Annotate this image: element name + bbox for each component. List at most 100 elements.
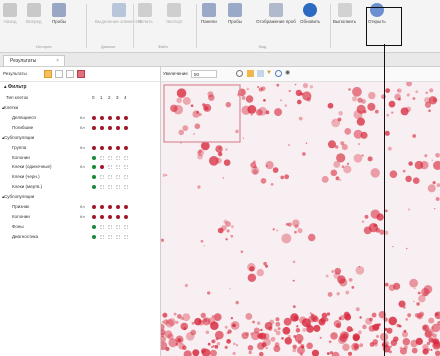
class-dot[interactable]	[92, 224, 96, 229]
class-cell-empty[interactable]	[108, 165, 112, 170]
class-dot[interactable]	[108, 214, 112, 219]
filter-row[interactable]: Клеки (одиночные) Кл	[0, 162, 160, 171]
class-dot[interactable]	[92, 175, 96, 180]
class-cell-empty[interactable]	[100, 224, 104, 229]
class-cell-empty[interactable]	[124, 165, 128, 170]
class-dot[interactable]	[92, 115, 96, 120]
class-dot[interactable]	[124, 214, 128, 219]
ribbon-button[interactable]: Назад	[3, 3, 17, 43]
scale-input[interactable]: 50	[191, 70, 217, 78]
ribbon-button[interactable]: Обновить	[300, 3, 320, 43]
class-cell-empty[interactable]	[116, 224, 120, 229]
class-dot[interactable]	[108, 145, 112, 150]
row-toggle-button[interactable]: Кл	[80, 212, 85, 221]
filter-row[interactable]: Погибшие Кл	[0, 123, 160, 132]
class-cell-empty[interactable]	[108, 155, 112, 160]
ribbon-button[interactable]: Вперед	[26, 3, 41, 43]
class-dot[interactable]	[124, 205, 128, 209]
class-dot[interactable]	[92, 234, 96, 239]
class-cell-empty[interactable]	[116, 234, 120, 239]
class-dot[interactable]	[124, 145, 128, 150]
filter-row[interactable]: Клеки (черн.)	[0, 172, 160, 181]
class-dot[interactable]	[92, 165, 96, 170]
class-cell-empty[interactable]	[124, 175, 128, 180]
class-cell-empty[interactable]	[108, 224, 112, 229]
filter-row[interactable]: Группа Кл	[0, 143, 160, 152]
class-dot[interactable]	[108, 115, 112, 120]
row-toggle-button[interactable]: Кл	[80, 162, 85, 171]
class-cell-empty[interactable]	[100, 175, 104, 180]
ribbon-button[interactable]: Выделение элементов	[95, 3, 142, 43]
filter-row[interactable]: Клеки (мертв.)	[0, 182, 160, 191]
class-dot[interactable]	[100, 115, 104, 120]
class-cell-empty[interactable]	[124, 185, 128, 190]
image-viewer[interactable]	[161, 82, 440, 356]
row-toggle-button[interactable]: Кл	[80, 113, 85, 122]
select-icon[interactable]	[247, 70, 254, 77]
class-dot[interactable]	[100, 165, 104, 170]
zoom-icon[interactable]	[236, 70, 243, 77]
row-toggle-button[interactable]: Кл	[80, 123, 85, 132]
class-dot[interactable]	[92, 214, 96, 219]
row-toggle-button[interactable]: Кл	[80, 202, 85, 211]
class-cell-empty[interactable]	[124, 155, 128, 160]
filter-row[interactable]: Колонии Кл	[0, 212, 160, 221]
view-menu-icon[interactable]: ◉	[285, 70, 292, 77]
class-dot[interactable]	[108, 205, 112, 209]
ribbon-button[interactable]: Экспорт	[166, 3, 183, 43]
tab-results[interactable]: Результаты ×	[3, 55, 65, 66]
class-dot[interactable]	[116, 115, 120, 120]
class-cell-empty[interactable]	[100, 234, 104, 239]
filter-row[interactable]: Делящиеся Кл	[0, 113, 160, 122]
class-cell-empty[interactable]	[100, 155, 104, 160]
ribbon-button[interactable]: Пробы	[52, 3, 66, 43]
ribbon-button[interactable]: Печать	[138, 3, 153, 43]
class-dot[interactable]	[92, 145, 96, 150]
class-dot[interactable]	[116, 125, 120, 130]
ribbon-button[interactable]: Панели	[201, 3, 217, 43]
list-view-icon[interactable]	[55, 70, 63, 78]
class-dot[interactable]	[92, 155, 96, 160]
class-dot[interactable]	[116, 205, 120, 209]
class-cell-empty[interactable]	[108, 185, 112, 190]
class-cell-empty[interactable]	[116, 185, 120, 190]
class-dot[interactable]	[92, 185, 96, 190]
class-dot[interactable]	[100, 125, 104, 130]
filter-group-header[interactable]: ▴ Субпопуляции	[0, 133, 160, 142]
class-dot[interactable]	[92, 125, 96, 130]
color-filter-icon[interactable]	[77, 70, 85, 78]
filter-row[interactable]: Признак Кл	[0, 202, 160, 211]
class-dot[interactable]	[100, 145, 104, 150]
class-cell-empty[interactable]	[124, 224, 128, 229]
class-dot[interactable]	[116, 145, 120, 150]
class-cell-empty[interactable]	[116, 175, 120, 180]
class-cell-empty[interactable]	[100, 185, 104, 190]
settings-icon[interactable]	[275, 70, 282, 77]
ribbon-button[interactable]: Отображение проб	[256, 3, 296, 43]
class-dot[interactable]	[108, 125, 112, 130]
filter-row[interactable]: Диагностика	[0, 232, 160, 241]
class-cell-empty[interactable]	[116, 155, 120, 160]
class-dot[interactable]	[100, 205, 104, 209]
class-dot[interactable]	[124, 125, 128, 130]
row-toggle-button[interactable]: Кл	[80, 143, 85, 152]
class-cell-empty[interactable]	[108, 175, 112, 180]
class-dot[interactable]	[124, 115, 128, 120]
class-dot[interactable]	[92, 205, 96, 209]
class-dot[interactable]	[100, 214, 104, 219]
filter-row[interactable]: Фоны	[0, 222, 160, 231]
table-view-icon[interactable]	[66, 70, 74, 78]
close-icon[interactable]: ×	[56, 56, 59, 67]
class-cell-empty[interactable]	[116, 165, 120, 170]
grid-view-icon[interactable]	[44, 70, 52, 78]
class-cell-empty[interactable]	[124, 234, 128, 239]
class-dot[interactable]	[116, 214, 120, 219]
fit-icon[interactable]	[257, 70, 264, 77]
class-cell-empty[interactable]	[108, 234, 112, 239]
filter-group-header[interactable]: ▴ Клетки	[0, 103, 160, 112]
ribbon-button[interactable]: Выполнить	[333, 3, 356, 43]
filter-icon[interactable]: ▼	[266, 70, 273, 77]
filter-row[interactable]: Колонии	[0, 153, 160, 162]
ribbon-button[interactable]: Пробы	[228, 3, 242, 43]
filter-group-header[interactable]: ▴ Субпопуляции	[0, 192, 160, 201]
